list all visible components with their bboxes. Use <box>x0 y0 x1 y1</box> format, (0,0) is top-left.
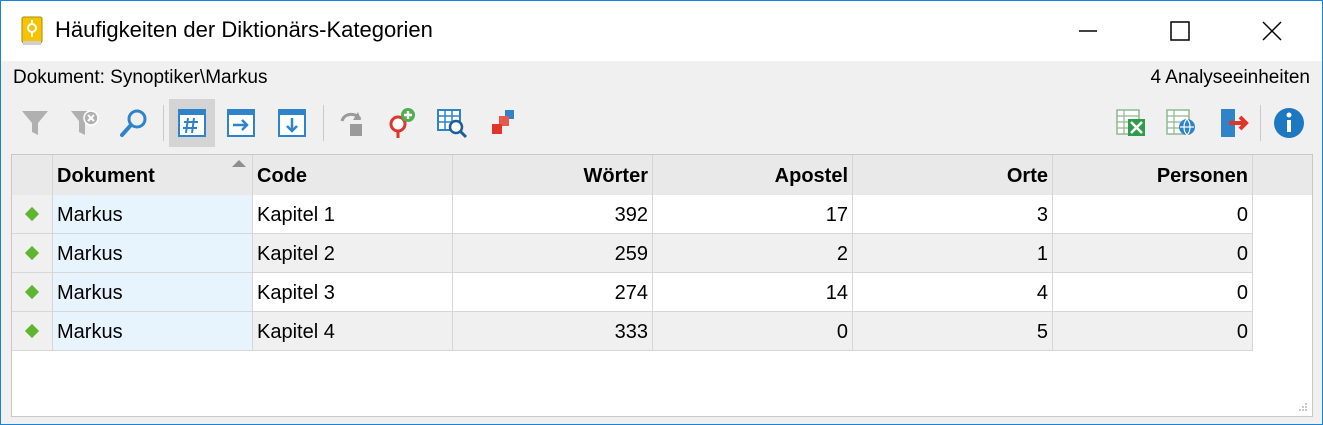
forward-icon <box>227 109 255 137</box>
maximize-button[interactable] <box>1134 1 1226 61</box>
web-export-button[interactable] <box>1158 99 1204 147</box>
table-search-button[interactable] <box>429 99 475 147</box>
column-header-apostel[interactable]: Apostel <box>653 155 853 195</box>
clear-filter-icon <box>71 110 99 135</box>
window-title: Häufigkeiten der Diktionärs-Kategorien <box>55 17 433 42</box>
info-button[interactable] <box>1266 99 1312 147</box>
undo-icon <box>340 112 362 136</box>
title-bar[interactable]: Häufigkeiten der Diktionärs-Kategorien <box>1 1 1322 61</box>
filter-icon <box>22 111 48 135</box>
cell-dokument[interactable]: Markus <box>53 234 253 273</box>
excel-export-icon <box>1116 109 1145 136</box>
cell-dokument[interactable]: Markus <box>53 195 253 234</box>
info-bar: Dokument: Synoptiker\Markus 4 Analyseein… <box>1 61 1322 95</box>
cell-woerter[interactable]: 333 <box>453 312 653 351</box>
search-icon <box>120 109 147 137</box>
app-icon <box>21 16 43 45</box>
clear-filter-button[interactable] <box>61 99 107 147</box>
diamond-icon <box>24 323 40 339</box>
cell-personen[interactable]: 0 <box>1053 195 1253 234</box>
close-icon <box>1262 21 1282 41</box>
frequency-table: Dokument Code Wörter Apostel Orte Person… <box>11 154 1313 417</box>
row-marker <box>12 273 53 312</box>
cell-personen[interactable]: 0 <box>1053 234 1253 273</box>
row-marker-header <box>12 155 53 195</box>
table-row[interactable]: Markus Kapitel 4 333 0 5 0 <box>12 312 1253 351</box>
cell-code[interactable]: Kapitel 2 <box>253 234 453 273</box>
table-row[interactable]: Markus Kapitel 3 274 14 4 0 <box>12 273 1253 312</box>
analysis-units-label: 4 Analyseeinheiten <box>1150 67 1310 88</box>
toolbar <box>1 97 1322 149</box>
exit-button[interactable] <box>1209 99 1255 147</box>
table-row[interactable]: Markus Kapitel 1 392 17 3 0 <box>12 195 1253 234</box>
diamond-icon <box>24 284 40 300</box>
cell-code[interactable]: Kapitel 1 <box>253 195 453 234</box>
add-code-button[interactable] <box>378 99 424 147</box>
column-header-woerter[interactable]: Wörter <box>453 155 653 195</box>
filter-button[interactable] <box>12 99 58 147</box>
cell-code[interactable]: Kapitel 4 <box>253 312 453 351</box>
export-down-icon <box>278 109 306 137</box>
resize-grip-icon[interactable] <box>1298 402 1308 412</box>
cell-dokument[interactable]: Markus <box>53 312 253 351</box>
cell-code[interactable]: Kapitel 3 <box>253 273 453 312</box>
cell-orte[interactable]: 4 <box>853 273 1053 312</box>
column-header-code[interactable]: Code <box>253 155 453 195</box>
minimize-icon <box>1079 30 1097 32</box>
cell-personen[interactable]: 0 <box>1053 273 1253 312</box>
close-button[interactable] <box>1226 1 1318 61</box>
heatmap-icon <box>492 110 514 134</box>
column-header-dokument[interactable]: Dokument <box>53 155 253 195</box>
row-marker <box>12 312 53 351</box>
search-button[interactable] <box>111 99 157 147</box>
maximize-icon <box>1170 21 1190 41</box>
exit-icon <box>1221 109 1249 137</box>
cell-personen[interactable]: 0 <box>1053 312 1253 351</box>
excel-export-button[interactable] <box>1108 99 1154 147</box>
row-marker <box>12 195 53 234</box>
web-export-icon <box>1166 109 1195 136</box>
cell-orte[interactable]: 1 <box>853 234 1053 273</box>
frequency-table-button[interactable] <box>169 99 215 147</box>
cell-apostel[interactable]: 14 <box>653 273 853 312</box>
row-marker <box>12 234 53 273</box>
cell-apostel[interactable]: 17 <box>653 195 853 234</box>
sort-ascending-icon <box>232 160 246 167</box>
add-code-icon <box>389 108 415 138</box>
diamond-icon <box>24 206 40 222</box>
forward-button[interactable] <box>218 99 264 147</box>
cell-orte[interactable]: 3 <box>853 195 1053 234</box>
export-down-button[interactable] <box>269 99 315 147</box>
diamond-icon <box>24 245 40 261</box>
cell-orte[interactable]: 5 <box>853 312 1053 351</box>
dictionary-frequency-window: Häufigkeiten der Diktionärs-Kategorien D… <box>0 0 1323 425</box>
table-row[interactable]: Markus Kapitel 2 259 2 1 0 <box>12 234 1253 273</box>
cell-apostel[interactable]: 0 <box>653 312 853 351</box>
minimize-button[interactable] <box>1042 1 1134 61</box>
frequency-table-icon <box>178 109 206 137</box>
column-header-orte[interactable]: Orte <box>853 155 1053 195</box>
cell-woerter[interactable]: 274 <box>453 273 653 312</box>
undo-button[interactable] <box>329 99 375 147</box>
heatmap-button[interactable] <box>480 99 526 147</box>
cell-woerter[interactable]: 392 <box>453 195 653 234</box>
cell-dokument[interactable]: Markus <box>53 273 253 312</box>
document-label: Dokument: Synoptiker\Markus <box>13 67 268 88</box>
cell-apostel[interactable]: 2 <box>653 234 853 273</box>
info-icon <box>1274 108 1304 138</box>
table-search-icon <box>437 109 468 139</box>
cell-woerter[interactable]: 259 <box>453 234 653 273</box>
column-header-personen[interactable]: Personen <box>1053 155 1253 195</box>
